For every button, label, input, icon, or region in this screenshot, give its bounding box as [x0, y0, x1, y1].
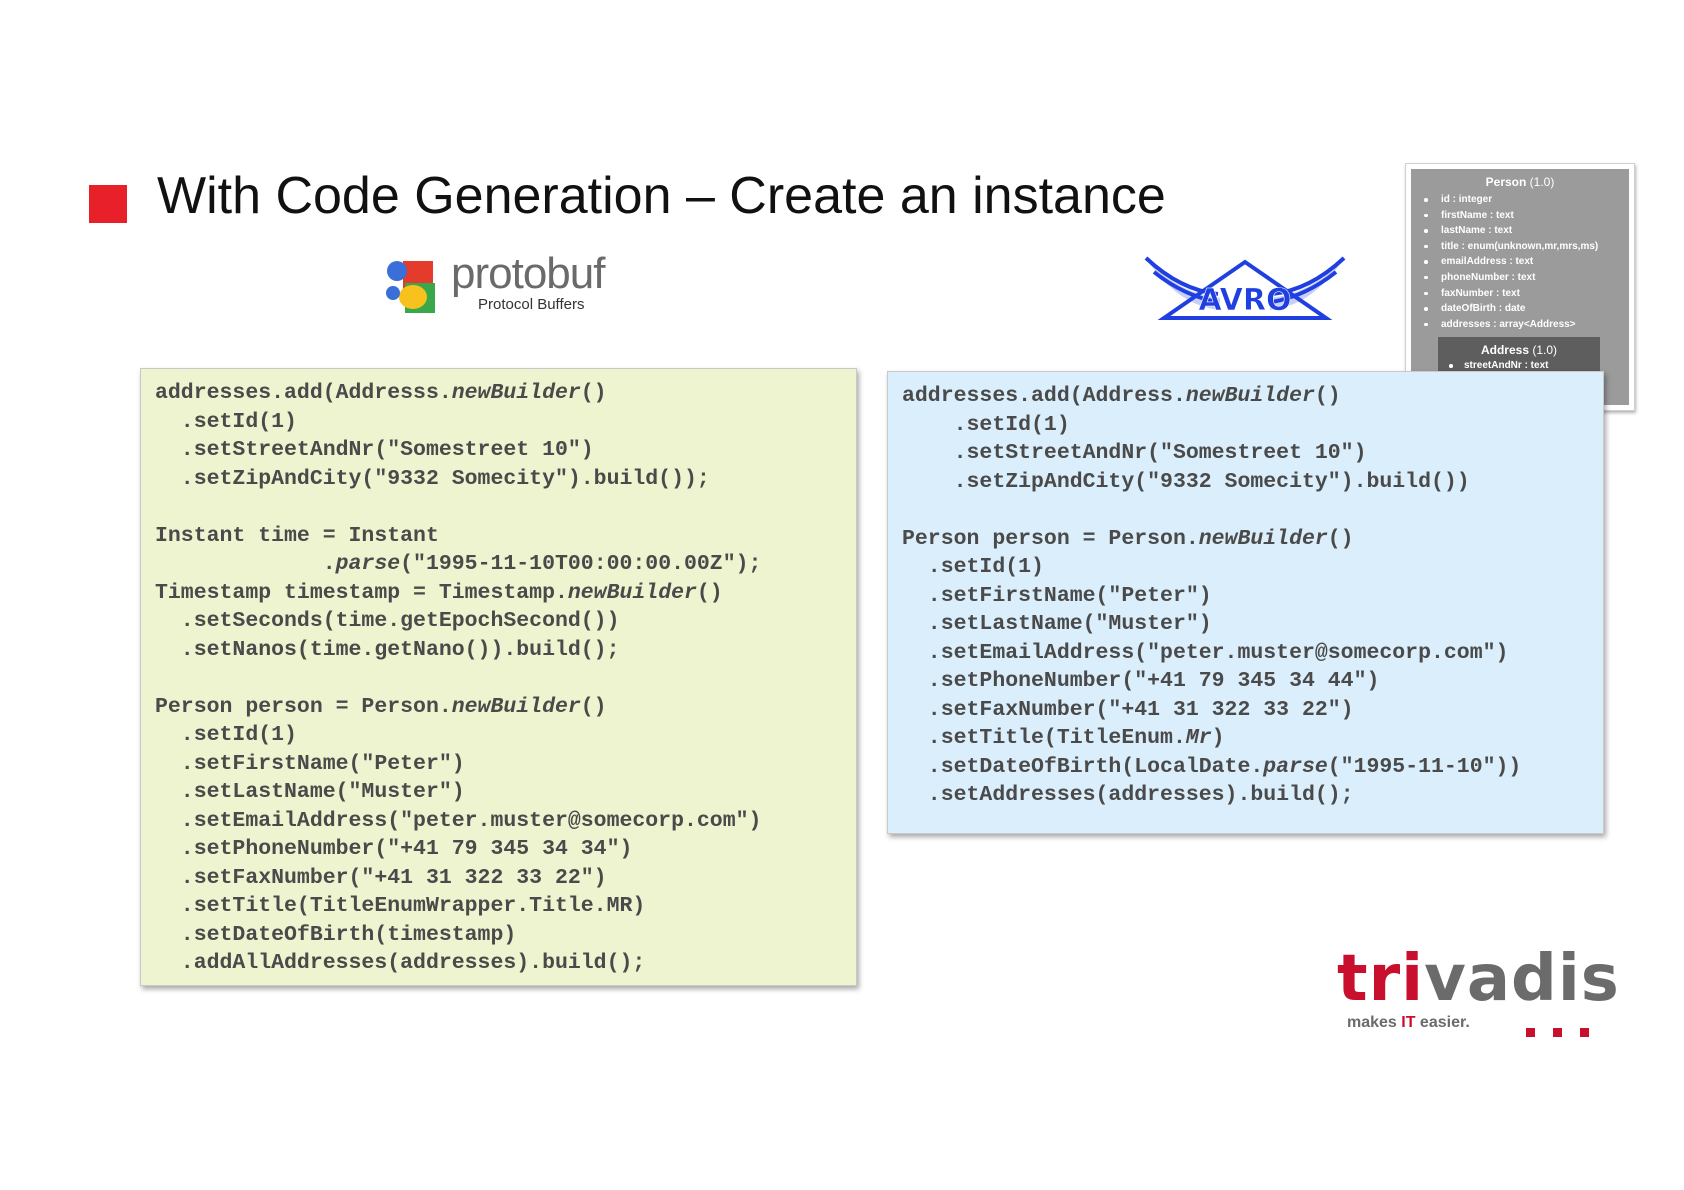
- code-line: .setId(1): [902, 412, 1070, 437]
- code-line: .setId(1): [155, 409, 297, 434]
- protobuf-mark-icon: [386, 261, 435, 313]
- code-line: .setTitle(TitleEnumWrapper.Title.MR): [155, 894, 646, 918]
- trivadis-wordmark: trivadis: [1337, 942, 1620, 1016]
- address-record-header: Address (1.0): [1480, 343, 1558, 357]
- code-line: .setStreetAndNr("Somestreet 10"): [155, 438, 594, 462]
- title-bullet: [89, 185, 127, 223]
- code-line: .setZipAndCity("9332 Somecity").build())…: [155, 466, 710, 491]
- person-field: emailAddress : text: [1424, 254, 1629, 270]
- code-line: addresses.add(Addresss.newBuilder(): [155, 381, 607, 405]
- code-line: .setPhoneNumber("+41 79 345 34 44"): [902, 669, 1380, 693]
- code-line: Person person = Person.newBuilder(): [902, 526, 1354, 551]
- person-field: firstName : text: [1424, 208, 1629, 224]
- trivadis-dots-icon: [1526, 1024, 1607, 1042]
- person-field: addresses : array<Address>: [1424, 317, 1629, 333]
- code-line: .setTitle(TitleEnum.Mr): [902, 726, 1225, 750]
- code-line: .parse("1995-11-10T00:00:00.00Z");: [155, 552, 762, 576]
- person-field: title : enum(unknown,mr,mrs,ms): [1424, 239, 1629, 255]
- code-line: .setId(1): [902, 555, 1044, 579]
- protobuf-subtitle: Protocol Buffers: [478, 296, 585, 313]
- protobuf-logo: protobuf Protocol Buffers: [383, 249, 643, 323]
- code-line: .setFirstName("Peter"): [902, 583, 1212, 608]
- code-line: .setEmailAddress("peter.muster@somecorp.…: [902, 640, 1509, 665]
- code-line: .addAllAddresses(addresses).build();: [155, 951, 646, 975]
- code-line: .setLastName("Muster"): [155, 780, 465, 804]
- code-line: addresses.add(Address.newBuilder(): [902, 384, 1341, 408]
- trivadis-tagline: makes IT easier.: [1347, 1014, 1470, 1031]
- avro-code-panel: addresses.add(Address.newBuilder() .setI…: [887, 371, 1604, 834]
- person-record-header: Person (1.0): [1485, 175, 1555, 189]
- person-field: lastName : text: [1424, 223, 1629, 239]
- protobuf-wordmark: protobuf: [451, 249, 605, 298]
- avro-wordmark: AVRO: [1198, 283, 1291, 318]
- code-line: .setId(1): [155, 723, 297, 747]
- code-line: .setFaxNumber("+41 31 322 33 22"): [155, 865, 607, 890]
- code-line: .setLastName("Muster"): [902, 612, 1212, 636]
- slide-title: With Code Generation – Create an instanc…: [157, 167, 1166, 225]
- code-line: Instant time = Instant: [155, 523, 439, 548]
- person-field: faxNumber : text: [1424, 286, 1629, 302]
- code-line: .setPhoneNumber("+41 79 345 34 34"): [155, 837, 633, 861]
- protobuf-code: addresses.add(Addresss.newBuilder() .set…: [155, 379, 856, 978]
- person-field: phoneNumber : text: [1424, 270, 1629, 286]
- code-line: .setFirstName("Peter"): [155, 751, 465, 776]
- code-line: .setAddresses(addresses).build();: [902, 783, 1354, 807]
- person-field-list: id : integer firstName : text lastName : t…: [1411, 192, 1629, 332]
- code-line: .setEmailAddress("peter.muster@somecorp.…: [155, 808, 762, 833]
- code-line: .setStreetAndNr("Somestreet 10"): [902, 441, 1367, 465]
- code-line: .setNanos(time.getNano()).build();: [155, 637, 620, 662]
- protobuf-code-panel: addresses.add(Addresss.newBuilder() .set…: [140, 368, 857, 986]
- avro-logo: AVRO: [1140, 250, 1350, 322]
- code-line: Timestamp timestamp = Timestamp.newBuild…: [155, 580, 723, 605]
- person-field: dateOfBirth : date: [1424, 301, 1629, 317]
- code-line: .setFaxNumber("+41 31 322 33 22"): [902, 697, 1354, 722]
- trivadis-logo: trivadis makes IT easier.: [1337, 942, 1619, 1042]
- code-line: Person person = Person.newBuilder(): [155, 694, 607, 719]
- avro-wings-icon: AVRO: [1144, 256, 1346, 320]
- code-line: .setDateOfBirth(LocalDate.parse("1995-11…: [902, 754, 1522, 779]
- person-field: id : integer: [1424, 192, 1629, 208]
- code-line: .setSeconds(time.getEpochSecond()): [155, 609, 620, 633]
- avro-code: addresses.add(Address.newBuilder() .setI…: [902, 382, 1603, 810]
- code-line: .setDateOfBirth(timestamp): [155, 922, 517, 947]
- code-line: .setZipAndCity("9332 Somecity").build()): [902, 469, 1470, 494]
